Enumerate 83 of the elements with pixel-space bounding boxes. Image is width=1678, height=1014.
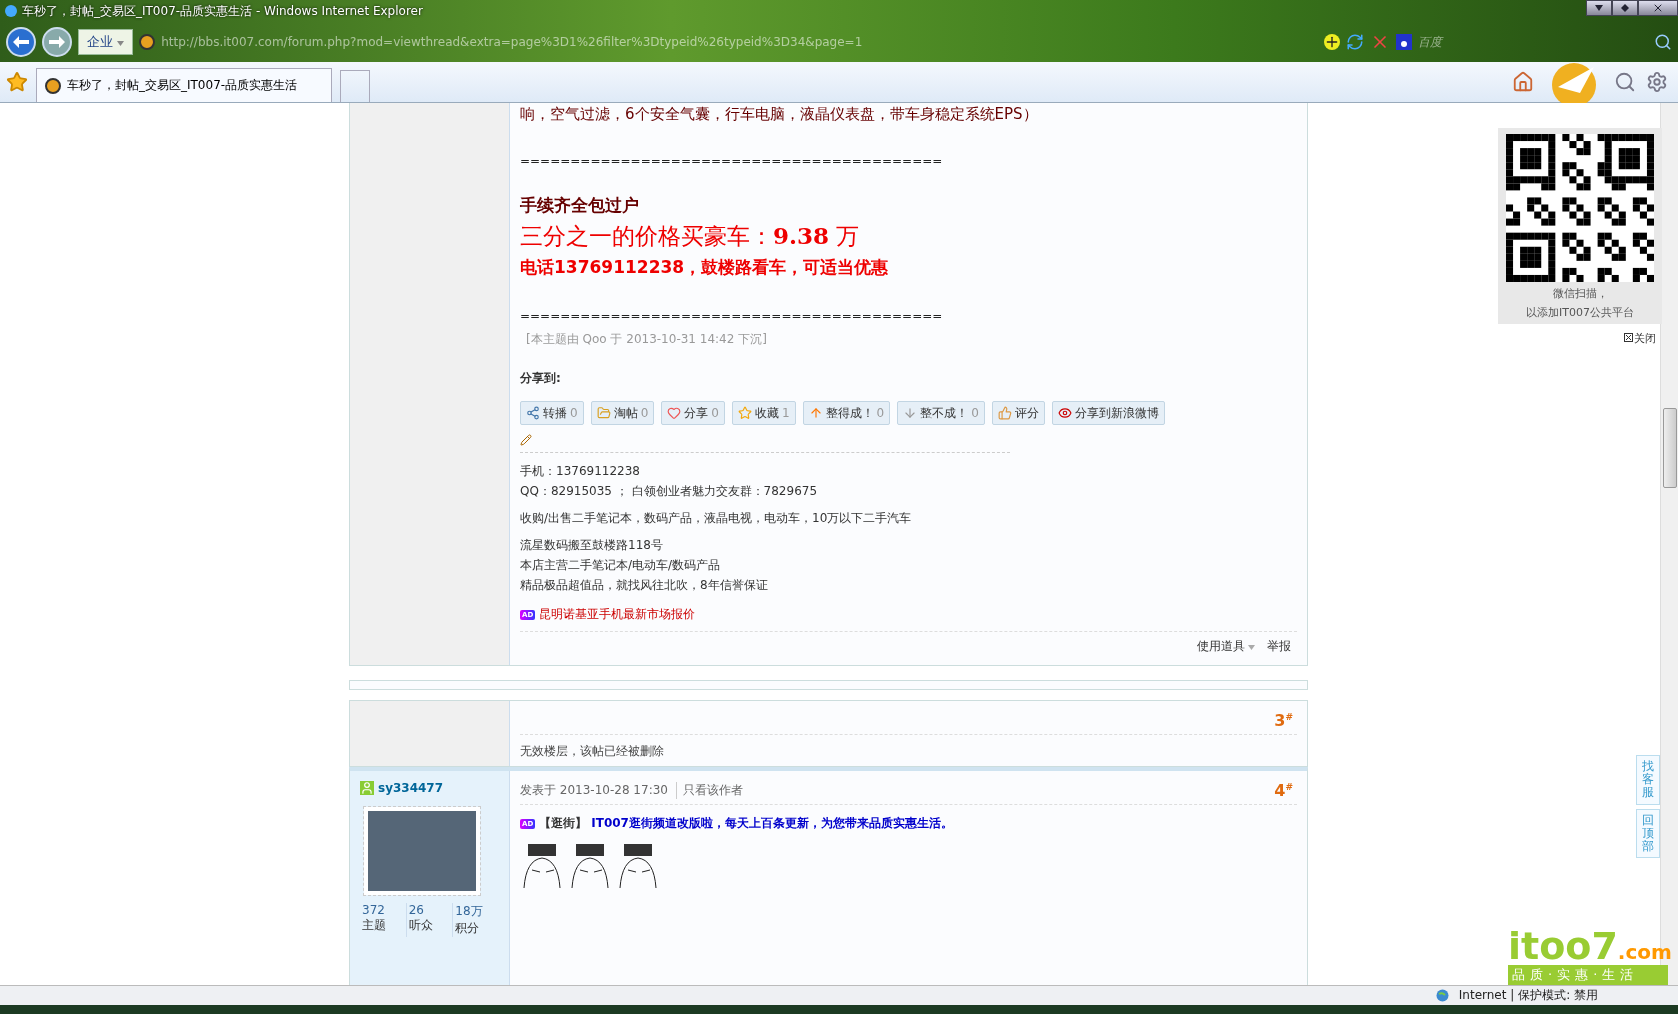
close-icon — [1652, 2, 1664, 14]
search-icon[interactable] — [1614, 71, 1636, 93]
stat-value: 26 — [408, 903, 425, 917]
share-button[interactable]: 评分 — [991, 401, 1045, 425]
refresh-icon[interactable] — [1346, 33, 1364, 51]
diamond-icon — [1621, 4, 1629, 12]
stat-label: 积分 — [455, 920, 481, 937]
star-icon — [737, 406, 752, 420]
phone-text: 电话13769112238，鼓楼路看车，可适当优惠 — [520, 256, 890, 279]
share-button[interactable]: 整不成！ 0 — [897, 401, 985, 425]
share-label: 分享到: — [520, 370, 562, 387]
separator-text: ========================================== — [520, 309, 944, 323]
broadcast-icon — [526, 406, 540, 420]
back-button[interactable] — [6, 27, 36, 57]
eye-icon — [1057, 406, 1072, 420]
deleted-message: 无效楼层，该帖已经被删除 — [520, 743, 665, 760]
username-link[interactable]: sy334477 — [378, 781, 444, 795]
right-arrow-icon — [49, 36, 65, 48]
thumbs-up-icon — [997, 406, 1012, 420]
minimize-button[interactable] — [1586, 0, 1612, 16]
separator-text: ========================================== — [520, 154, 944, 168]
price-text: 三分之一的价格买豪车：9.38 万 — [520, 221, 861, 251]
moderation-note: [本主题由 Qoo 于 2013-10-31 14:42 下沉] — [525, 331, 768, 348]
browser-tab[interactable]: 车秒了，封帖_交易区_IT007-品质实惠生活 — [36, 68, 332, 102]
post-heading: 手续齐全包过户 — [520, 194, 640, 217]
add-icon[interactable] — [1324, 34, 1340, 50]
status-zone-text: Internet | 保护模式: 禁用 — [1458, 987, 1598, 1004]
post-action-link[interactable]: 使用道具 — [1197, 638, 1255, 655]
signature-line: 流星数码搬至鼓楼路118号 — [520, 537, 664, 554]
heart-icon — [667, 406, 682, 420]
signature-line: 精品极品超值品，就找风往北吹，8年信誉保证 — [520, 577, 769, 594]
favorites-star-icon[interactable] — [6, 71, 28, 93]
user-icon — [360, 781, 374, 795]
site-icon — [139, 34, 156, 50]
forward-button[interactable] — [42, 27, 72, 57]
share-button[interactable]: 整得成！ 0 — [802, 401, 891, 425]
stat-value: 18万 — [455, 903, 484, 920]
stat-label: 主题 — [362, 917, 387, 934]
browser-icon — [4, 4, 18, 18]
stat-value: 372 — [362, 903, 386, 917]
share-button[interactable]: 淘帖 0 — [590, 401, 655, 425]
globe-icon — [1435, 989, 1449, 1002]
window-title: 车秒了，封帖_交易区_IT007-品质实惠生活 - Windows Internet Explorer — [22, 2, 424, 20]
qr-caption: 微信扫描， — [1552, 286, 1608, 301]
emoticon-drawing — [616, 842, 660, 890]
share-button[interactable]: 转播 0 — [520, 401, 584, 425]
share-button[interactable]: 分享到新浪微博 — [1051, 401, 1165, 425]
maximize-button[interactable] — [1612, 0, 1638, 16]
caret-icon — [1248, 645, 1255, 650]
folder-icon — [596, 406, 611, 420]
pencil-icon — [520, 434, 532, 446]
search-provider-label: 百度 — [1418, 33, 1442, 51]
signature-line: 本店主营二手笔记本/电动车/数码产品 — [520, 557, 722, 574]
signature-line: 收购/出售二手笔记本，数码产品，液晶电视，电动车，10万以下二手汽车 — [520, 510, 913, 527]
close-button[interactable] — [1638, 0, 1678, 16]
search-icon[interactable] — [1654, 33, 1672, 51]
emoticon-drawing — [520, 842, 564, 890]
ad-link[interactable]: IT007逛街频道改版啦，每天上百条更新，为您带来品质实惠生活。 — [591, 815, 953, 832]
post-text: 响，空气过滤，6个安全气囊，行车电脑，液晶仪表盘，带车身稳定系统EPS） — [520, 105, 1039, 124]
settings-icon[interactable] — [1646, 71, 1668, 93]
zone-dropdown[interactable]: 企业 — [78, 29, 134, 55]
share-button[interactable]: 分享 0 — [661, 401, 725, 425]
signature-line: QQ：82915035 ； 白领创业者魅力交友群：7829675 — [520, 483, 819, 500]
author-only-link[interactable]: 只看该作者 — [675, 782, 743, 799]
home-icon[interactable] — [1512, 71, 1534, 93]
caret-icon — [1595, 5, 1603, 11]
new-tab-button[interactable] — [340, 70, 370, 102]
post-date: 发表于 2013-10-28 17:30 — [520, 782, 668, 799]
left-arrow-icon — [13, 36, 29, 48]
ad-tag: 【逛街】 — [539, 815, 588, 832]
caret-icon — [117, 41, 125, 46]
signature-line: 手机：13769112238 — [520, 463, 641, 480]
tab-site-icon — [45, 77, 61, 94]
ad-link[interactable]: 昆明诺基亚手机最新市场报价 — [539, 606, 696, 623]
post-action-link[interactable]: 举报 — [1267, 638, 1291, 655]
qr-caption: 以添加IT007公共平台 — [1526, 305, 1634, 320]
stat-label: 听众 — [408, 917, 434, 934]
emoticon-drawing — [568, 842, 612, 890]
close-icon — [1624, 333, 1633, 342]
floor-number: 4$^{#}$ — [1274, 781, 1293, 800]
close-link[interactable]: 关闭 — [1624, 331, 1656, 346]
share-button[interactable]: 收藏 1 — [731, 401, 796, 425]
floor-number: 3$^{#}$ — [1274, 711, 1293, 730]
